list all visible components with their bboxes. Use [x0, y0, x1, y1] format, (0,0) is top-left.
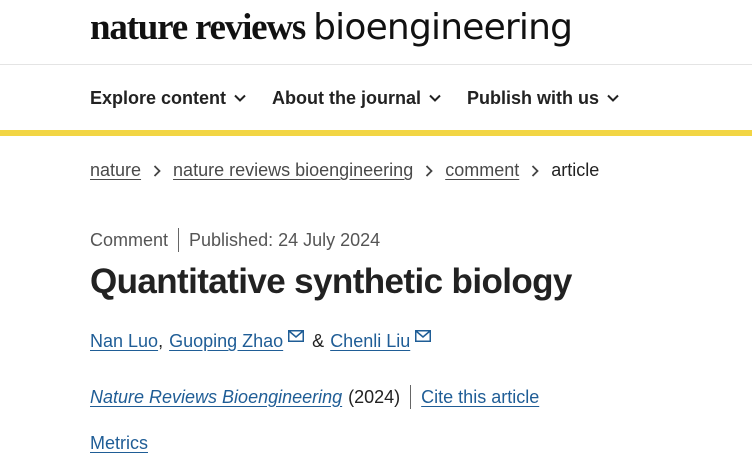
chevron-down-icon — [429, 94, 441, 102]
author-chenli-liu[interactable]: Chenli Liu — [330, 331, 410, 352]
mail-icon[interactable] — [288, 329, 305, 342]
nav-explore-content[interactable]: Explore content — [90, 88, 246, 109]
breadcrumb-current: article — [551, 160, 600, 180]
header-divider — [0, 64, 752, 65]
chevron-right-icon — [531, 164, 540, 177]
metrics-link[interactable]: Metrics — [90, 433, 148, 454]
journal-link[interactable]: Nature Reviews Bioengineering — [90, 387, 342, 408]
chevron-down-icon — [234, 94, 246, 102]
nav-about-journal[interactable]: About the journal — [272, 88, 441, 109]
article-meta: Comment Published: 24 July 2024 — [90, 228, 380, 252]
logo-text-light: bioengineering — [313, 7, 573, 48]
mail-icon[interactable] — [415, 329, 432, 342]
breadcrumb-journal[interactable]: nature reviews bioengineering — [173, 160, 413, 181]
article-title: Quantitative synthetic biology — [90, 262, 572, 301]
author-list: Nan Luo , Guoping Zhao & Chenli Liu — [90, 329, 432, 352]
nav-about-journal-label: About the journal — [272, 87, 422, 108]
author-ampersand: & — [312, 331, 325, 351]
author-guoping-zhao[interactable]: Guoping Zhao — [169, 331, 283, 352]
publish-date: Published: 24 July 2024 — [189, 229, 381, 250]
accent-bar — [0, 130, 752, 136]
journal-logo[interactable]: nature reviews bioengineering — [90, 6, 573, 56]
cite-this-article-link[interactable]: Cite this article — [421, 387, 539, 408]
author-separator: , — [158, 331, 164, 351]
logo-text-bold: nature reviews — [90, 7, 306, 48]
citation-line: Nature Reviews Bioengineering (2024) Cit… — [90, 385, 539, 409]
publication-year: (2024) — [348, 386, 401, 407]
chevron-right-icon — [425, 164, 433, 177]
meta-divider — [178, 228, 180, 252]
author-nan-luo[interactable]: Nan Luo — [90, 331, 158, 352]
article-type: Comment — [90, 229, 169, 250]
chevron-down-icon — [607, 94, 619, 102]
citation-divider — [410, 385, 412, 409]
breadcrumb: nature nature reviews bioengineering com… — [90, 160, 599, 181]
chevron-right-icon — [153, 164, 161, 177]
nav-publish-with-us[interactable]: Publish with us — [467, 88, 619, 109]
nav-explore-content-label: Explore content — [90, 87, 227, 108]
breadcrumb-nature[interactable]: nature — [90, 160, 141, 181]
main-nav: Explore content About the journal Publis… — [90, 84, 645, 112]
breadcrumb-comment[interactable]: comment — [445, 160, 519, 181]
nav-publish-with-us-label: Publish with us — [467, 87, 600, 108]
